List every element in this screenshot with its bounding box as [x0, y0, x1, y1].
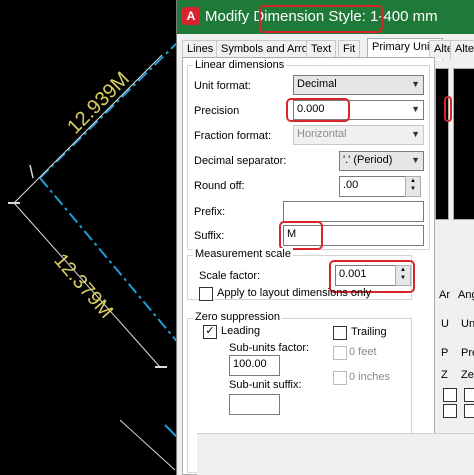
unit-format-label: Unit format: — [194, 80, 251, 92]
chevron-down-icon: ▼ — [411, 155, 420, 165]
chevron-down-icon: ▼ — [411, 79, 420, 89]
decimal-separator-value: '.' (Period) — [343, 154, 393, 166]
preview-area — [435, 68, 449, 220]
trailing-label: Trailing — [351, 326, 387, 338]
trailing-checkbox[interactable] — [333, 326, 347, 340]
preview-highlight — [444, 96, 452, 122]
round-off-label: Round off: — [194, 180, 245, 192]
sub-units-factor-input[interactable]: 100.00 — [229, 355, 280, 376]
zero-short-label-2: Zer — [461, 369, 474, 381]
alt-units-label: Ar — [439, 289, 450, 301]
scale-factor-label: Scale factor: — [199, 270, 261, 282]
apply-layout-label: Apply to layout dimensions only — [217, 287, 372, 299]
precision-highlight — [286, 98, 350, 122]
angular-label: Ang — [458, 289, 474, 301]
measurement-scale-label: Measurement scale — [193, 248, 293, 260]
alt-checkbox-1[interactable] — [443, 388, 457, 402]
fraction-format-value: Horizontal — [297, 128, 347, 140]
sub-unit-suffix-label: Sub-unit suffix: — [229, 379, 302, 391]
units-label: U — [441, 318, 449, 330]
sub-units-factor-label: Sub-units factor: — [229, 342, 310, 354]
leading-checkbox[interactable]: ✓ — [203, 325, 217, 339]
prefix-input[interactable] — [283, 201, 424, 222]
preview-area-2 — [453, 68, 474, 220]
dimension-line-upper — [39, 39, 180, 179]
feet-label: 0 feet — [349, 346, 377, 358]
angular-checkbox-1[interactable] — [464, 388, 474, 402]
tab-strip: Lines Symbols and Arrows Text Fit Primar… — [182, 38, 474, 60]
suffix-highlight — [279, 221, 323, 250]
chevron-down-icon: ▼ — [411, 104, 420, 114]
units-format-label: Uni — [461, 318, 474, 330]
suffix-label: Suffix: — [194, 230, 225, 242]
fraction-format-label: Fraction format: — [194, 130, 272, 142]
cad-canvas — [8, 39, 180, 471]
sub-unit-suffix-input[interactable] — [229, 394, 280, 415]
prefix-label: Prefix: — [194, 206, 226, 218]
title-highlight — [259, 5, 383, 33]
modify-dimension-style-dialog: A Modify Dimension Style: 1-400 mm Lines… — [176, 0, 474, 475]
round-off-spinner[interactable]: ▲ ▼ — [405, 176, 421, 197]
autocad-logo-icon: A — [182, 7, 200, 25]
unit-format-select[interactable]: Decimal ▼ — [293, 75, 424, 95]
chevron-down-icon: ▼ — [411, 129, 420, 139]
tab-alternate-units-2[interactable]: Altern — [450, 40, 474, 59]
inches-checkbox[interactable] — [333, 371, 347, 385]
feet-checkbox[interactable] — [333, 346, 347, 360]
apply-layout-checkbox[interactable] — [199, 287, 213, 301]
inches-label: 0 inches — [349, 371, 390, 383]
tick-mark-1 — [29, 164, 34, 179]
precision-short-label: P — [441, 347, 449, 359]
decimal-separator-label: Decimal separator: — [194, 155, 287, 167]
linear-dimensions-label: Linear dimensions — [193, 59, 287, 71]
precision-label: Precision — [194, 105, 240, 117]
alt-checkbox-2[interactable] — [443, 404, 457, 418]
zero-short-label: Z — [441, 369, 448, 381]
round-off-input[interactable]: .00 — [339, 176, 410, 197]
leading-label: Leading — [221, 325, 261, 337]
fraction-format-select[interactable]: Horizontal ▼ — [293, 125, 424, 145]
primary-units-panel: Linear dimensions Unit format: Decimal ▼… — [182, 57, 435, 475]
unit-format-value: Decimal — [297, 78, 337, 90]
angular-checkbox-2[interactable] — [464, 404, 474, 418]
button-bar — [197, 433, 474, 475]
decimal-separator-select[interactable]: '.' (Period) ▼ — [339, 151, 424, 171]
precision-short-label-2: Pre — [461, 347, 474, 359]
zero-suppression-label: Zero suppression — [193, 311, 282, 323]
cad-drawing-area[interactable]: 12.939M 12.379M — [0, 0, 180, 475]
